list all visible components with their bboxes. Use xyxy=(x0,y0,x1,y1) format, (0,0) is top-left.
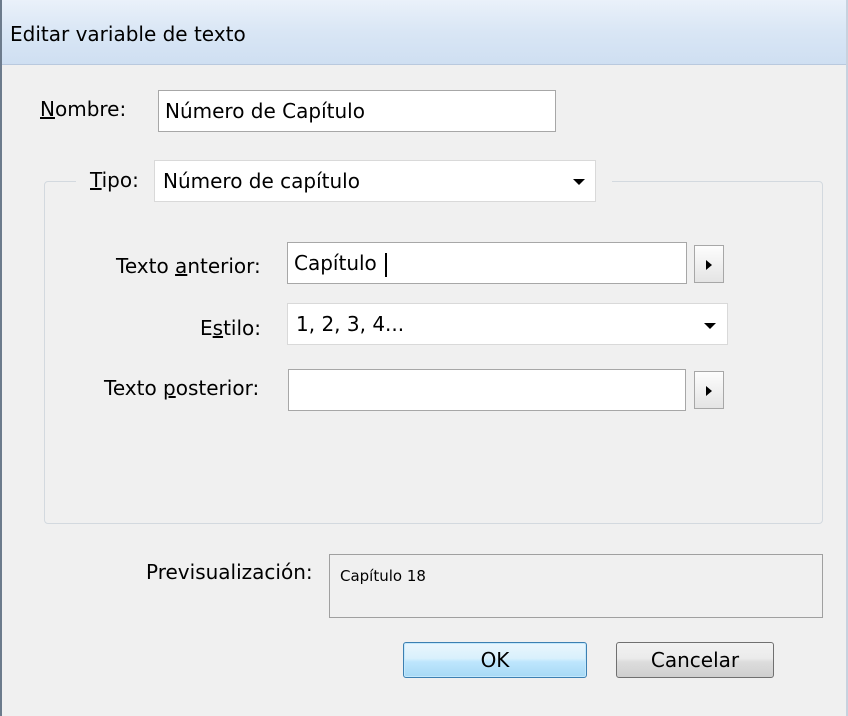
window-left-edge xyxy=(0,0,2,716)
estilo-label: Estilo: xyxy=(200,316,261,340)
texto-anterior-input-value: Capítulo xyxy=(294,251,377,275)
texto-posterior-input[interactable] xyxy=(288,369,686,411)
nombre-input-value: Número de Capítulo xyxy=(165,99,365,123)
preview-label: Previsualización: xyxy=(146,560,313,584)
estilo-dropdown-value: 1, 2, 3, 4... xyxy=(296,312,405,336)
nombre-input[interactable]: Número de Capítulo xyxy=(158,90,556,132)
cancel-button[interactable]: Cancelar xyxy=(616,642,774,678)
preview-text: Capítulo 18 xyxy=(340,567,426,585)
tipo-group-box xyxy=(44,181,823,524)
preview-box: Capítulo 18 xyxy=(329,554,823,618)
texto-posterior-insert-button[interactable] xyxy=(694,371,724,409)
nombre-label: Nombre: xyxy=(40,97,127,121)
window-title: Editar variable de texto xyxy=(10,22,246,46)
arrow-right-icon xyxy=(706,386,712,396)
texto-anterior-insert-button[interactable] xyxy=(694,245,724,283)
title-bar: Editar variable de texto xyxy=(0,0,848,65)
text-cursor xyxy=(384,252,387,277)
arrow-right-icon xyxy=(706,260,712,270)
chevron-down-icon xyxy=(573,179,585,185)
tipo-dropdown[interactable]: Número de capítulo xyxy=(154,160,596,202)
tipo-dropdown-value: Número de capítulo xyxy=(163,169,360,193)
texto-anterior-label: Texto anterior: xyxy=(116,254,261,278)
chevron-down-icon xyxy=(704,323,716,329)
tipo-label: Tipo: xyxy=(90,168,139,192)
estilo-dropdown[interactable]: 1, 2, 3, 4... xyxy=(287,303,728,345)
texto-posterior-label: Texto posterior: xyxy=(104,376,260,400)
texto-anterior-input[interactable]: Capítulo xyxy=(287,242,687,284)
ok-button[interactable]: OK xyxy=(403,642,587,678)
